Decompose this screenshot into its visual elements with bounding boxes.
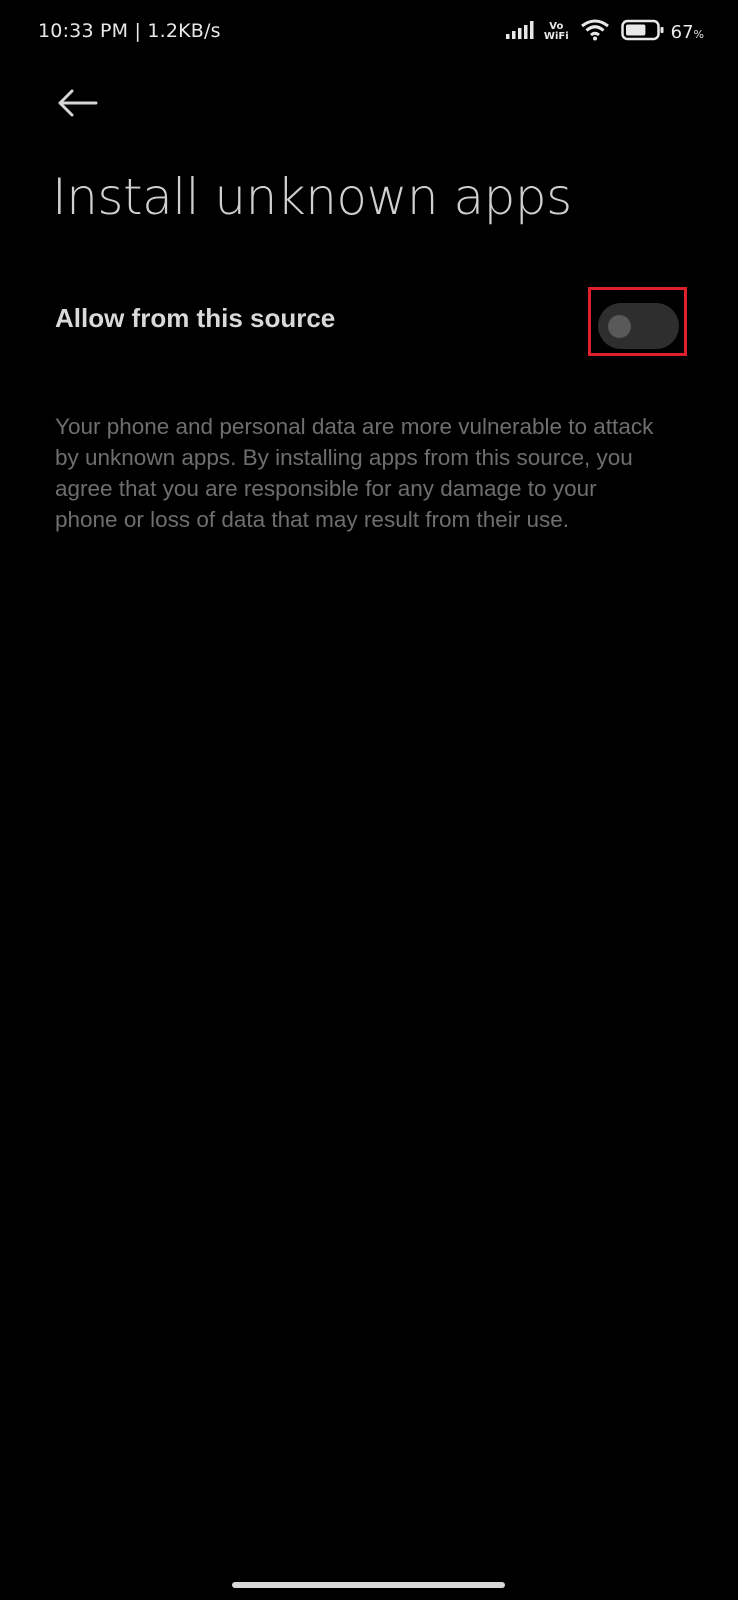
vowifi-bottom-label: WiFi [543,31,569,42]
allow-source-setting-row[interactable]: Allow from this source [0,276,738,372]
wifi-icon [580,19,609,45]
toggle-highlight-box [588,287,687,356]
page-title: Install unknown apps [52,168,572,226]
back-arrow-icon [58,89,98,121]
status-time: 10:33 PM | 1.2KB/s [38,20,221,42]
back-button[interactable] [48,78,108,132]
battery-icon [620,19,665,45]
status-icons: Vo WiFi 67% [505,17,704,47]
allow-source-label: Allow from this source [55,303,336,333]
toggle-thumb [608,315,631,338]
status-bar: 10:33 PM | 1.2KB/s Vo WiFi 67% [0,0,738,66]
battery-percentage: 67% [671,22,704,43]
signal-icon [505,21,536,43]
allow-source-toggle[interactable] [598,303,679,349]
home-indicator[interactable] [232,1582,505,1588]
battery-value: 67 [670,21,694,43]
vowifi-icon: Vo WiFi [544,22,569,42]
security-warning-text: Your phone and personal data are more vu… [55,414,654,532]
battery-unit: % [693,27,704,41]
